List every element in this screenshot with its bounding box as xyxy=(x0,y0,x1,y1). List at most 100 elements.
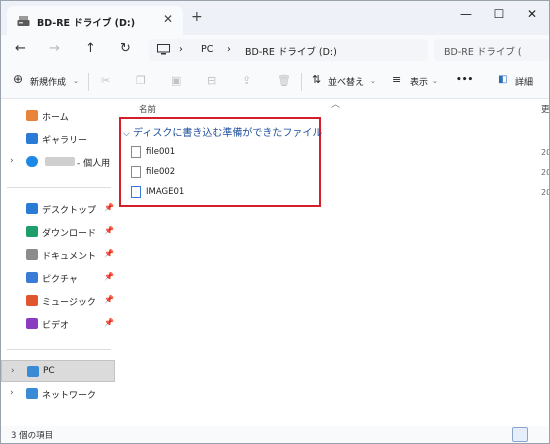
maximize-button[interactable]: ☐ xyxy=(484,5,514,25)
back-button[interactable]: ← xyxy=(15,41,26,56)
group-header[interactable]: ⌵ ディスクに書き込む準備ができたファイル xyxy=(123,124,322,139)
sidebar-item-label: デスクトップ xyxy=(42,206,97,216)
tab-bd-re-drive[interactable]: BD-RE ドライブ (D:) ✕ xyxy=(7,6,183,35)
forward-button[interactable]: → xyxy=(49,41,60,56)
sidebar-item-pc[interactable]: › PC xyxy=(1,360,115,382)
file-row[interactable]: file002 xyxy=(131,164,331,182)
sidebar-item-label: ダウンロード xyxy=(42,229,97,239)
music-icon xyxy=(26,295,38,306)
paste-icon[interactable]: ▣ xyxy=(171,74,181,87)
sidebar-item-label: - 個人用 xyxy=(77,159,111,169)
sidebar-item-network[interactable]: › ネットワーク xyxy=(1,383,115,405)
sidebar-item-label: ギャラリー xyxy=(42,136,88,146)
file-row[interactable]: file001 xyxy=(131,144,331,162)
tab-close-icon[interactable]: ✕ xyxy=(163,12,173,26)
breadcrumb-drive[interactable]: BD-RE ドライブ (D:) xyxy=(245,44,337,58)
sort-button[interactable]: 並べ替え xyxy=(328,75,364,88)
documents-icon xyxy=(26,249,38,260)
gallery-icon xyxy=(26,133,38,144)
pin-icon[interactable]: 📌 xyxy=(104,203,114,212)
search-placeholder: BD-RE ドライブ ( xyxy=(444,47,522,58)
file-name: IMAGE01 xyxy=(146,187,185,197)
pin-icon[interactable]: 📌 xyxy=(104,318,114,327)
search-box[interactable]: BD-RE ドライブ ( xyxy=(434,39,549,61)
title-bar: BD-RE ドライブ (D:) ✕ + — ☐ ✕ xyxy=(1,1,549,35)
sidebar-item-label: ネットワーク xyxy=(42,391,97,401)
chevron-down-icon: ⌵ xyxy=(123,129,130,139)
breadcrumb-separator: › xyxy=(227,44,231,55)
chevron-right-icon[interactable]: › xyxy=(10,388,14,398)
minimize-button[interactable]: — xyxy=(451,5,481,25)
blurred-account-name xyxy=(45,157,75,166)
new-plus-icon: ⊕ xyxy=(13,72,24,86)
breadcrumb-separator: › xyxy=(179,44,183,55)
sidebar-item-label: ピクチャ xyxy=(42,275,78,285)
sidebar-item-videos[interactable]: ビデオ 📌 xyxy=(1,313,115,335)
download-icon xyxy=(26,226,38,237)
status-bar: 3 個の項目 xyxy=(1,426,549,443)
column-header-date[interactable]: 更 xyxy=(541,103,549,115)
new-button[interactable]: 新規作成 xyxy=(30,75,66,88)
pictures-icon xyxy=(26,272,38,283)
pin-icon[interactable]: 📌 xyxy=(104,295,114,304)
tab-title: BD-RE ドライブ (D:) xyxy=(37,18,136,29)
details-button[interactable]: 詳細 xyxy=(515,75,533,88)
view-button[interactable]: 表示 xyxy=(410,75,428,88)
chevron-down-icon: ⌄ xyxy=(432,77,438,85)
sidebar-item-label: ホーム xyxy=(42,113,69,123)
optical-drive-icon xyxy=(17,16,30,26)
file-icon xyxy=(131,146,141,158)
group-title: ディスクに書き込む準備ができたファイル xyxy=(133,128,323,139)
sidebar-item-desktop[interactable]: デスクトップ 📌 xyxy=(1,198,115,220)
navigation-pane: ホーム ギャラリー › - 個人用 デスクトップ 📌 ダウンロード 📌 ドキュメ… xyxy=(1,99,117,426)
sort-indicator-icon: ︿ xyxy=(331,100,341,110)
new-tab-button[interactable]: + xyxy=(191,9,203,25)
file-list: ︿ 名前 更 ⌵ ディスクに書き込む準備ができたファイル file001 fil… xyxy=(117,99,549,426)
view-icon: ≡ xyxy=(392,73,402,86)
divider xyxy=(88,73,89,91)
refresh-button[interactable]: ↻ xyxy=(120,41,131,56)
pin-icon[interactable]: 📌 xyxy=(104,249,114,258)
file-icon xyxy=(131,166,141,178)
network-icon xyxy=(26,388,38,399)
up-button[interactable]: ↑ xyxy=(85,41,96,56)
tiles-view-icon[interactable] xyxy=(531,427,547,442)
rename-icon[interactable]: ⊟ xyxy=(207,74,216,87)
file-date: 20 xyxy=(541,188,549,197)
divider xyxy=(7,187,111,188)
breadcrumb-pc[interactable]: PC xyxy=(201,44,213,55)
sort-icon: ⇅ xyxy=(312,73,322,86)
copy-icon[interactable]: ❐ xyxy=(136,74,146,87)
file-date: 20 xyxy=(541,148,549,157)
sidebar-item-label: ドキュメント xyxy=(42,252,97,262)
cut-icon[interactable]: ✂ xyxy=(101,74,110,87)
chevron-right-icon[interactable]: › xyxy=(11,366,15,376)
chevron-down-icon: ⌄ xyxy=(73,77,79,85)
sidebar-item-downloads[interactable]: ダウンロード 📌 xyxy=(1,221,115,243)
column-header-name[interactable]: 名前 xyxy=(139,103,156,115)
sidebar-item-music[interactable]: ミュージック 📌 xyxy=(1,290,115,312)
share-icon[interactable]: ⇪ xyxy=(242,74,251,87)
chevron-right-icon[interactable]: › xyxy=(10,156,14,166)
pin-icon[interactable]: 📌 xyxy=(104,272,114,281)
address-bar[interactable]: › PC › BD-RE ドライブ (D:) xyxy=(149,39,428,61)
close-button[interactable]: ✕ xyxy=(517,5,547,25)
more-button[interactable]: ••• xyxy=(456,75,473,85)
file-date: 20 xyxy=(541,168,549,177)
sidebar-item-gallery[interactable]: ギャラリー xyxy=(1,128,115,150)
pin-icon[interactable]: 📌 xyxy=(104,226,114,235)
item-count: 3 個の項目 xyxy=(11,431,54,441)
command-bar: ⊕ 新規作成 ⌄ ✂ ❐ ▣ ⊟ ⇪ 🗑 ⇅ 並べ替え ⌄ ≡ 表示 ⌄ •••… xyxy=(1,65,549,99)
delete-icon[interactable]: 🗑 xyxy=(277,74,291,87)
sidebar-item-pictures[interactable]: ピクチャ 📌 xyxy=(1,267,115,289)
sidebar-item-label: PC xyxy=(43,366,55,376)
details-view-icon[interactable] xyxy=(512,427,528,442)
sidebar-item-onedrive[interactable]: › - 個人用 xyxy=(1,151,115,173)
divider xyxy=(7,349,111,350)
navigation-bar: ← → ↑ ↻ › PC › BD-RE ドライブ (D:) BD-RE ドライ… xyxy=(1,35,549,65)
file-row[interactable]: IMAGE01 xyxy=(131,184,331,202)
sidebar-item-documents[interactable]: ドキュメント 📌 xyxy=(1,244,115,266)
file-name: file002 xyxy=(146,167,176,177)
divider xyxy=(301,73,302,91)
sidebar-item-home[interactable]: ホーム xyxy=(1,105,115,127)
